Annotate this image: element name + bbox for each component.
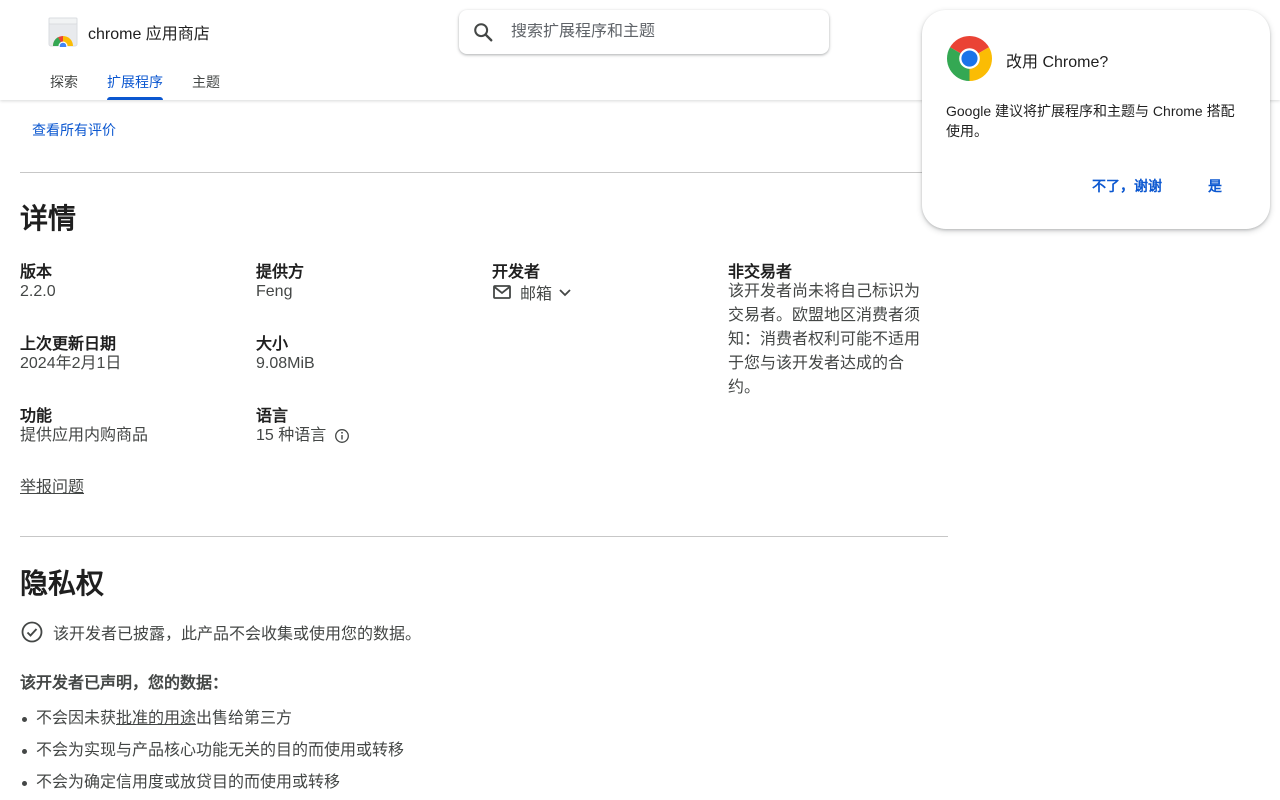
features-label: 功能 [20, 408, 53, 425]
chevron-down-icon [559, 289, 571, 297]
languages-row: 15 种语言 [256, 424, 350, 448]
features-value: 提供应用内购商品 [20, 427, 149, 444]
search-icon[interactable] [472, 21, 494, 43]
mail-icon [493, 285, 511, 299]
no-thanks-button[interactable]: 不了，谢谢 [1092, 176, 1162, 196]
privacy-disclosure-text: 该开发者已披露，此产品不会收集或使用您的数据。 [53, 626, 422, 643]
updated-label: 上次更新日期 [20, 336, 117, 353]
store-name: chrome 应用商店 [88, 26, 210, 43]
list-item: 不会为确定信用度或放贷目的而使用或转移 [20, 770, 404, 800]
dialog-description: Google 建议将扩展程序和主题与 Chrome 搭配使用。 [946, 103, 1235, 139]
updated-value: 2024年2月1日 [20, 355, 122, 372]
details-title: 详情 [20, 203, 77, 234]
store-brand[interactable]: chrome 应用商店 [48, 17, 210, 47]
chrome-logo-icon [947, 36, 992, 81]
developer-label: 开发者 [492, 264, 541, 281]
chrome-web-store-logo-icon [48, 17, 78, 47]
section-divider [20, 536, 948, 537]
section-divider [20, 172, 948, 173]
dialog-title: 改用 Chrome? [1006, 54, 1109, 71]
approved-uses-link[interactable]: 批准的用途 [116, 710, 196, 727]
size-label: 大小 [256, 336, 289, 353]
switch-to-chrome-dialog: 改用 Chrome? Google 建议将扩展程序和主题与 Chrome 搭配使… [922, 10, 1270, 229]
offered-by-label: 提供方 [256, 264, 305, 281]
size-value: 9.08MiB [256, 355, 315, 372]
nav-tabs: 探索 扩展程序 主题 [50, 72, 249, 100]
check-circle-icon [21, 621, 43, 643]
search-input[interactable] [511, 23, 811, 41]
search-box[interactable] [459, 10, 829, 54]
yes-button[interactable]: 是 [1208, 176, 1222, 196]
languages-label: 语言 [256, 408, 289, 425]
list-item: 不会因未获批准的用途出售给第三方 [20, 706, 404, 738]
view-all-reviews-link[interactable]: 查看所有评价 [32, 120, 116, 140]
privacy-title: 隐私权 [20, 568, 105, 599]
declared-heading: 该开发者已声明，您的数据： [20, 675, 229, 692]
privacy-disclosure: 该开发者已披露，此产品不会收集或使用您的数据。 [20, 620, 421, 644]
tab-discover[interactable]: 探索 [50, 72, 78, 100]
tab-extensions[interactable]: 扩展程序 [107, 72, 163, 100]
non-trader-label: 非交易者 [728, 264, 793, 281]
report-issue-link[interactable]: 举报问题 [20, 473, 84, 497]
non-trader-text: 该开发者尚未将自己标识为交易者。欧盟地区消费者须知：消费者权利可能不适用于您与该… [728, 283, 921, 396]
developer-email-label: 邮箱 [520, 286, 553, 303]
version-label: 版本 [20, 264, 53, 281]
tab-themes[interactable]: 主题 [192, 72, 220, 100]
languages-value: 15 种语言 [256, 427, 327, 444]
info-icon[interactable] [334, 428, 350, 444]
offered-by-value: Feng [256, 283, 293, 300]
developer-email-dropdown[interactable]: 邮箱 [492, 280, 574, 304]
privacy-declarations-list: 不会因未获批准的用途出售给第三方 不会为实现与产品核心功能无关的目的而使用或转移… [20, 706, 404, 800]
list-item: 不会为实现与产品核心功能无关的目的而使用或转移 [20, 738, 404, 770]
version-value: 2.2.0 [20, 283, 56, 300]
